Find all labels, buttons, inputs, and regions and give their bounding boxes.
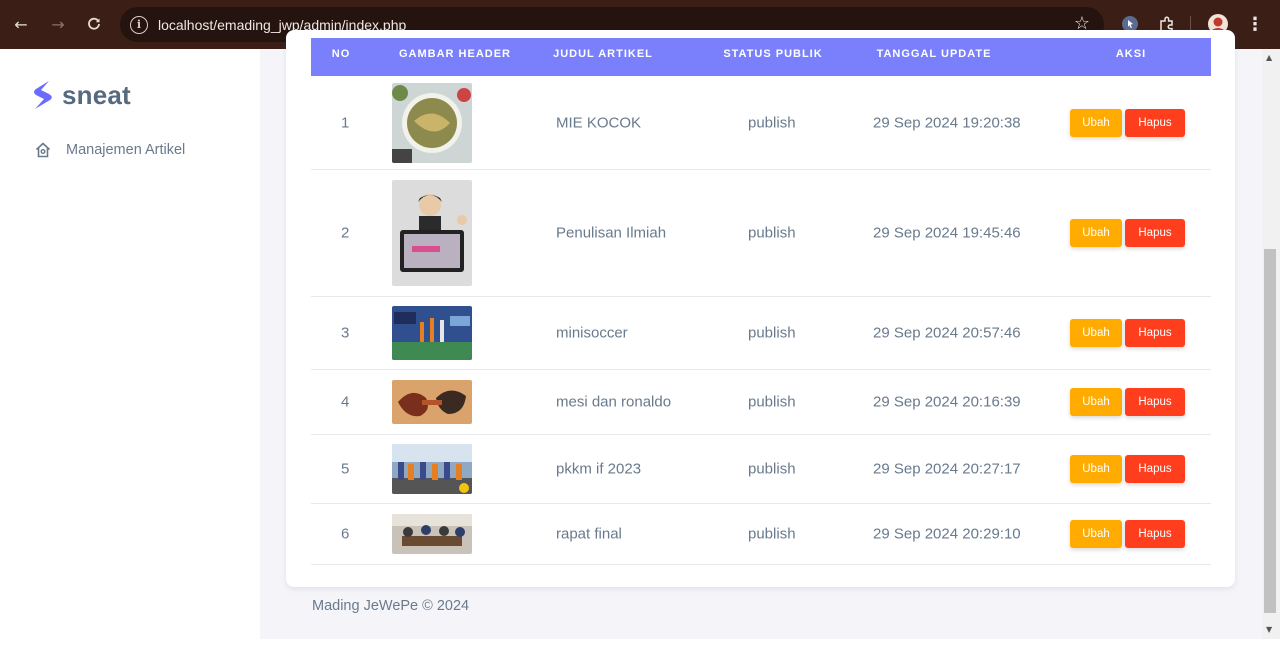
status-badge: publish [748,114,796,131]
delete-button[interactable]: Hapus [1125,388,1185,416]
table-header: NO GAMBAR HEADER JUDUL ARTIKEL STATUS PU… [311,38,1211,76]
row-number: 2 [341,224,350,242]
header-status: STATUS PUBLIK [723,48,823,60]
row-number: 6 [341,525,350,543]
edit-button[interactable]: Ubah [1070,108,1122,137]
action-group: Ubah Hapus [1070,455,1185,483]
edit-button[interactable]: Ubah [1070,520,1122,548]
home-icon [35,142,51,158]
arrow-left-icon[interactable]: ← [10,13,32,35]
action-group: Ubah Hapus [1070,388,1185,416]
delete-button[interactable]: Hapus [1125,108,1185,137]
header-image [392,180,472,286]
edit-button[interactable]: Ubah [1070,219,1122,247]
status-badge: publish [748,324,796,342]
page-bottom-edge [0,639,1280,665]
page-scrollbar[interactable]: ▲ ▼ [1262,49,1280,639]
header-judul: JUDUL ARTIKEL [553,48,653,60]
table-row: 3 minisoccer publish 29 Sep 2024 20:57:4… [311,297,1211,370]
reload-icon[interactable] [83,13,105,35]
table-row: 2 Penulisan Ilmiah publish 29 Sep 2024 1… [311,170,1211,297]
status-badge: publish [748,460,796,478]
row-number: 1 [341,114,350,131]
status-badge: publish [748,525,796,543]
header-image [392,380,472,424]
brand-logo[interactable]: sneat [30,79,131,111]
sidebar: sneat Manajemen Artikel [0,49,260,665]
header-image [392,306,472,360]
sidebar-item-label: Manajemen Artikel [66,142,186,158]
update-date: 29 Sep 2024 19:45:46 [873,224,1021,242]
row-number: 4 [341,393,350,411]
article-title: pkkm if 2023 [556,460,642,478]
table-row: 4 mesi dan ronaldo publish 29 Sep 2024 2… [311,370,1211,435]
delete-button[interactable]: Hapus [1125,520,1185,548]
update-date: 29 Sep 2024 20:16:39 [873,393,1021,411]
status-badge: publish [748,224,796,242]
delete-button[interactable]: Hapus [1125,219,1185,247]
table-row: 6 rapat final publish 29 Sep 2024 20:29:… [311,504,1211,565]
table-row: 5 pkkm if 2023 publish 29 Sep 2024 20:27… [311,435,1211,504]
article-title: minisoccer [556,324,628,342]
scroll-down-icon[interactable]: ▼ [1266,625,1272,634]
header-gambar: GAMBAR HEADER [399,48,511,60]
article-title: mesi dan ronaldo [556,393,672,411]
header-image [392,444,472,494]
article-title: MIE KOCOK [556,114,642,131]
edit-button[interactable]: Ubah [1070,319,1122,347]
status-badge: publish [748,393,796,411]
article-table-card: NO GAMBAR HEADER JUDUL ARTIKEL STATUS PU… [286,30,1235,587]
footer-copyright: Mading JeWePe © 2024 [312,598,470,614]
action-group: Ubah Hapus [1070,520,1185,548]
article-title: Penulisan Ilmiah [556,224,667,242]
header-image [392,82,472,163]
edit-button[interactable]: Ubah [1070,388,1122,416]
delete-button[interactable]: Hapus [1125,319,1185,347]
sidebar-item-manajemen-artikel[interactable]: Manajemen Artikel [34,141,185,159]
update-date: 29 Sep 2024 19:20:38 [873,114,1021,131]
sneat-logo-icon [34,81,52,109]
scrollbar-thumb[interactable] [1264,249,1276,613]
arrow-right-icon[interactable]: → [47,13,69,35]
edit-button[interactable]: Ubah [1070,455,1122,483]
browser-menu-icon[interactable]: ⋮ [1244,13,1266,35]
scroll-up-icon[interactable]: ▲ [1266,53,1272,62]
action-group: Ubah Hapus [1070,219,1185,247]
delete-button[interactable]: Hapus [1125,455,1185,483]
header-no: NO [331,48,351,60]
header-tanggal: TANGGAL UPDATE [876,48,992,60]
action-group: Ubah Hapus [1070,319,1185,347]
action-group: Ubah Hapus [1070,108,1185,137]
row-number: 5 [341,460,350,478]
header-aksi: AKSI [1115,48,1147,60]
row-number: 3 [341,324,350,342]
update-date: 29 Sep 2024 20:29:10 [873,525,1021,543]
article-title: rapat final [556,525,622,543]
table-row: 1 MIE KOCOK publish 29 Sep 2024 19:20:38… [311,76,1211,170]
brand-name: sneat [62,79,131,110]
site-info-icon[interactable]: i [130,15,148,34]
update-date: 29 Sep 2024 20:27:17 [873,460,1021,478]
update-date: 29 Sep 2024 20:57:46 [873,324,1021,342]
header-image [392,514,472,554]
